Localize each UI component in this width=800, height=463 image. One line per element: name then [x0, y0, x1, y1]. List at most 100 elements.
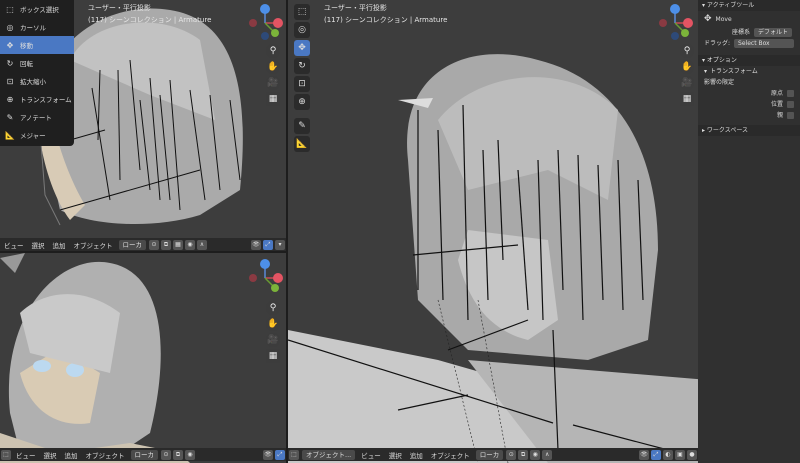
- zoom-icon[interactable]: ⚲: [266, 301, 280, 315]
- menu-select[interactable]: 選択: [28, 240, 49, 250]
- gizmo-toggle-icon[interactable]: ⤢: [651, 449, 661, 460]
- menu-item-scale[interactable]: ⊡ 拡大縮小: [0, 72, 74, 90]
- hand-pan-icon[interactable]: ✋: [266, 317, 280, 331]
- transform-icon[interactable]: ⊕: [294, 94, 310, 110]
- menu-item-measure[interactable]: 📐 メジャー: [0, 126, 74, 144]
- proportional-icon[interactable]: ◉: [530, 449, 541, 460]
- annotate-icon[interactable]: ✎: [294, 118, 310, 134]
- zoom-icon[interactable]: ⚲: [266, 44, 280, 58]
- section-active-tool[interactable]: ▾ アクティブツール: [698, 0, 800, 11]
- affect-parent-row[interactable]: 親: [698, 110, 800, 121]
- sidebar-tool-panel: ▾ アクティブツール ✥ Move 座標系 デフォルト ドラッグ: Select…: [698, 0, 800, 463]
- section-transform[interactable]: ▾ トランスフォーム: [698, 66, 800, 77]
- cursor-icon: ◎: [6, 22, 14, 32]
- viewport-mode-label: ユーザー・平行投影: [324, 4, 387, 12]
- gizmo-toggle-icon[interactable]: ⤢: [275, 449, 285, 460]
- overlay-icon[interactable]: ◐: [663, 449, 673, 460]
- viewport-mode-label: ユーザー・平行投影: [88, 4, 151, 12]
- orientation-dropdown[interactable]: ローカ: [118, 239, 146, 250]
- menu-item-move[interactable]: ✥ 移動: [0, 36, 74, 54]
- grid-icon[interactable]: ▦: [266, 349, 280, 363]
- rotate-icon[interactable]: ↻: [294, 58, 310, 74]
- pivot-icon[interactable]: ⊙: [149, 239, 159, 250]
- measure-icon: 📐: [5, 130, 15, 140]
- snap-target-icon[interactable]: ▦: [173, 239, 183, 250]
- shading-solid-icon[interactable]: ●: [687, 449, 697, 460]
- menu-add[interactable]: 追加: [61, 450, 82, 460]
- menu-add[interactable]: 追加: [406, 450, 427, 460]
- snap-icon[interactable]: ⧉: [173, 449, 183, 460]
- navigation-gizmo-main[interactable]: [654, 2, 696, 44]
- menu-select[interactable]: 選択: [40, 450, 61, 460]
- coord-system-dropdown[interactable]: デフォルト: [754, 28, 793, 37]
- snap-icon[interactable]: ⧉: [161, 239, 171, 250]
- menu-view[interactable]: ビュー: [12, 450, 40, 460]
- hand-pan-icon[interactable]: ✋: [266, 60, 280, 74]
- move-icon: ✥: [6, 40, 14, 50]
- menu-object[interactable]: オブジェクト: [82, 450, 129, 460]
- cursor-icon[interactable]: ◎: [294, 22, 310, 38]
- menu-view[interactable]: ビュー: [357, 450, 385, 460]
- camera-icon[interactable]: 🎥: [266, 76, 280, 90]
- move-icon: ✥: [704, 13, 712, 24]
- move-icon[interactable]: ✥: [294, 40, 310, 56]
- menu-object[interactable]: オブジェクト: [427, 450, 474, 460]
- coord-system-row: 座標系 デフォルト: [698, 27, 800, 38]
- visibility-icon[interactable]: 👁: [263, 449, 273, 460]
- menu-item-annotate[interactable]: ✎ アノテート: [0, 108, 74, 126]
- menu-item-transform[interactable]: ⊕ トランスフォーム: [0, 90, 74, 108]
- select-box-icon[interactable]: ⬚: [294, 4, 310, 20]
- menu-select[interactable]: 選択: [385, 450, 406, 460]
- falloff-icon[interactable]: ∧: [197, 239, 207, 250]
- menu-object[interactable]: オブジェクト: [70, 240, 117, 250]
- snap-icon[interactable]: ⧉: [518, 449, 529, 460]
- affect-origin-row[interactable]: 原点: [698, 88, 800, 99]
- hand-pan-icon[interactable]: ✋: [680, 60, 694, 74]
- viewport-main[interactable]: ユーザー・平行投影 (117) シーンコレクション | Armature ⬚ ◎…: [288, 0, 698, 463]
- menu-add[interactable]: 追加: [49, 240, 70, 250]
- proportional-icon[interactable]: ◉: [185, 239, 195, 250]
- overlay-icon[interactable]: ▾: [275, 239, 285, 250]
- location-checkbox[interactable]: [787, 101, 794, 108]
- gizmo-toggle-icon[interactable]: ⤢: [263, 239, 273, 250]
- viewport-header-top-left: ビュー 選択 追加 オブジェクト ローカ ⊙ ⧉ ▦ ◉ ∧ 👁 ⤢ ▾: [0, 238, 286, 251]
- menu-item-box-select[interactable]: ⬚ ボックス選択: [0, 0, 74, 18]
- navigation-gizmo-bottom[interactable]: [244, 257, 286, 299]
- tool-menu: ⬚ ボックス選択 ◎ カーソル ✥ 移動 ↻ 回転 ⊡ 拡大縮小 ⊕ トランスフォーム ✎ ア…: [0, 0, 74, 146]
- falloff-icon[interactable]: ∧: [542, 449, 553, 460]
- section-workspace[interactable]: ▸ ワークスペース: [698, 125, 800, 136]
- scale-icon[interactable]: ⊡: [294, 76, 310, 92]
- proportional-icon[interactable]: ◉: [185, 449, 195, 460]
- camera-icon[interactable]: 🎥: [266, 333, 280, 347]
- camera-icon[interactable]: 🎥: [680, 76, 694, 90]
- pivot-icon[interactable]: ⊙: [506, 449, 517, 460]
- affect-location-row[interactable]: 位置: [698, 99, 800, 110]
- viewport-top-left[interactable]: ユーザー・平行投影 (117) シーンコレクション | Armature ⬚ ボッ…: [0, 0, 286, 251]
- grid-icon[interactable]: ▦: [266, 92, 280, 106]
- orientation-dropdown[interactable]: ローカ: [475, 449, 504, 460]
- zoom-icon[interactable]: ⚲: [680, 44, 694, 58]
- annotate-icon: ✎: [6, 112, 14, 122]
- parent-checkbox[interactable]: [787, 112, 794, 119]
- pivot-icon[interactable]: ⊙: [161, 449, 171, 460]
- menu-item-rotate[interactable]: ↻ 回転: [0, 54, 74, 72]
- menu-view[interactable]: ビュー: [0, 240, 28, 250]
- active-tool-move[interactable]: ✥ Move: [698, 11, 800, 27]
- viewport-header-main: ⬚ オブジェクト... ビュー 選択 追加 オブジェクト ローカ ⊙ ⧉ ◉ ∧…: [288, 448, 698, 461]
- orientation-dropdown[interactable]: ローカ: [130, 449, 158, 460]
- menu-item-cursor[interactable]: ◎ カーソル: [0, 18, 74, 36]
- drag-dropdown[interactable]: Select Box: [734, 39, 795, 48]
- navigation-gizmo[interactable]: [244, 2, 286, 44]
- editor-type-icon[interactable]: ⬚: [289, 449, 299, 460]
- mode-dropdown[interactable]: オブジェクト...: [302, 449, 356, 460]
- xray-icon[interactable]: ▣: [675, 449, 685, 460]
- measure-icon[interactable]: 📐: [294, 136, 310, 152]
- visibility-icon[interactable]: 👁: [251, 239, 261, 250]
- rotate-icon: ↻: [6, 58, 14, 68]
- viewport-bottom-left[interactable]: ⚲ ✋ 🎥 ▦ ⬚ ビュー 選択 追加 オブジェクト ローカ ⊙ ⧉ ◉ 👁 ⤢: [0, 253, 286, 463]
- grid-icon[interactable]: ▦: [680, 92, 694, 106]
- origin-checkbox[interactable]: [787, 90, 794, 97]
- editor-type-icon[interactable]: ⬚: [1, 449, 11, 460]
- visibility-icon[interactable]: 👁: [639, 449, 649, 460]
- section-options[interactable]: ▾ オプション: [698, 55, 800, 66]
